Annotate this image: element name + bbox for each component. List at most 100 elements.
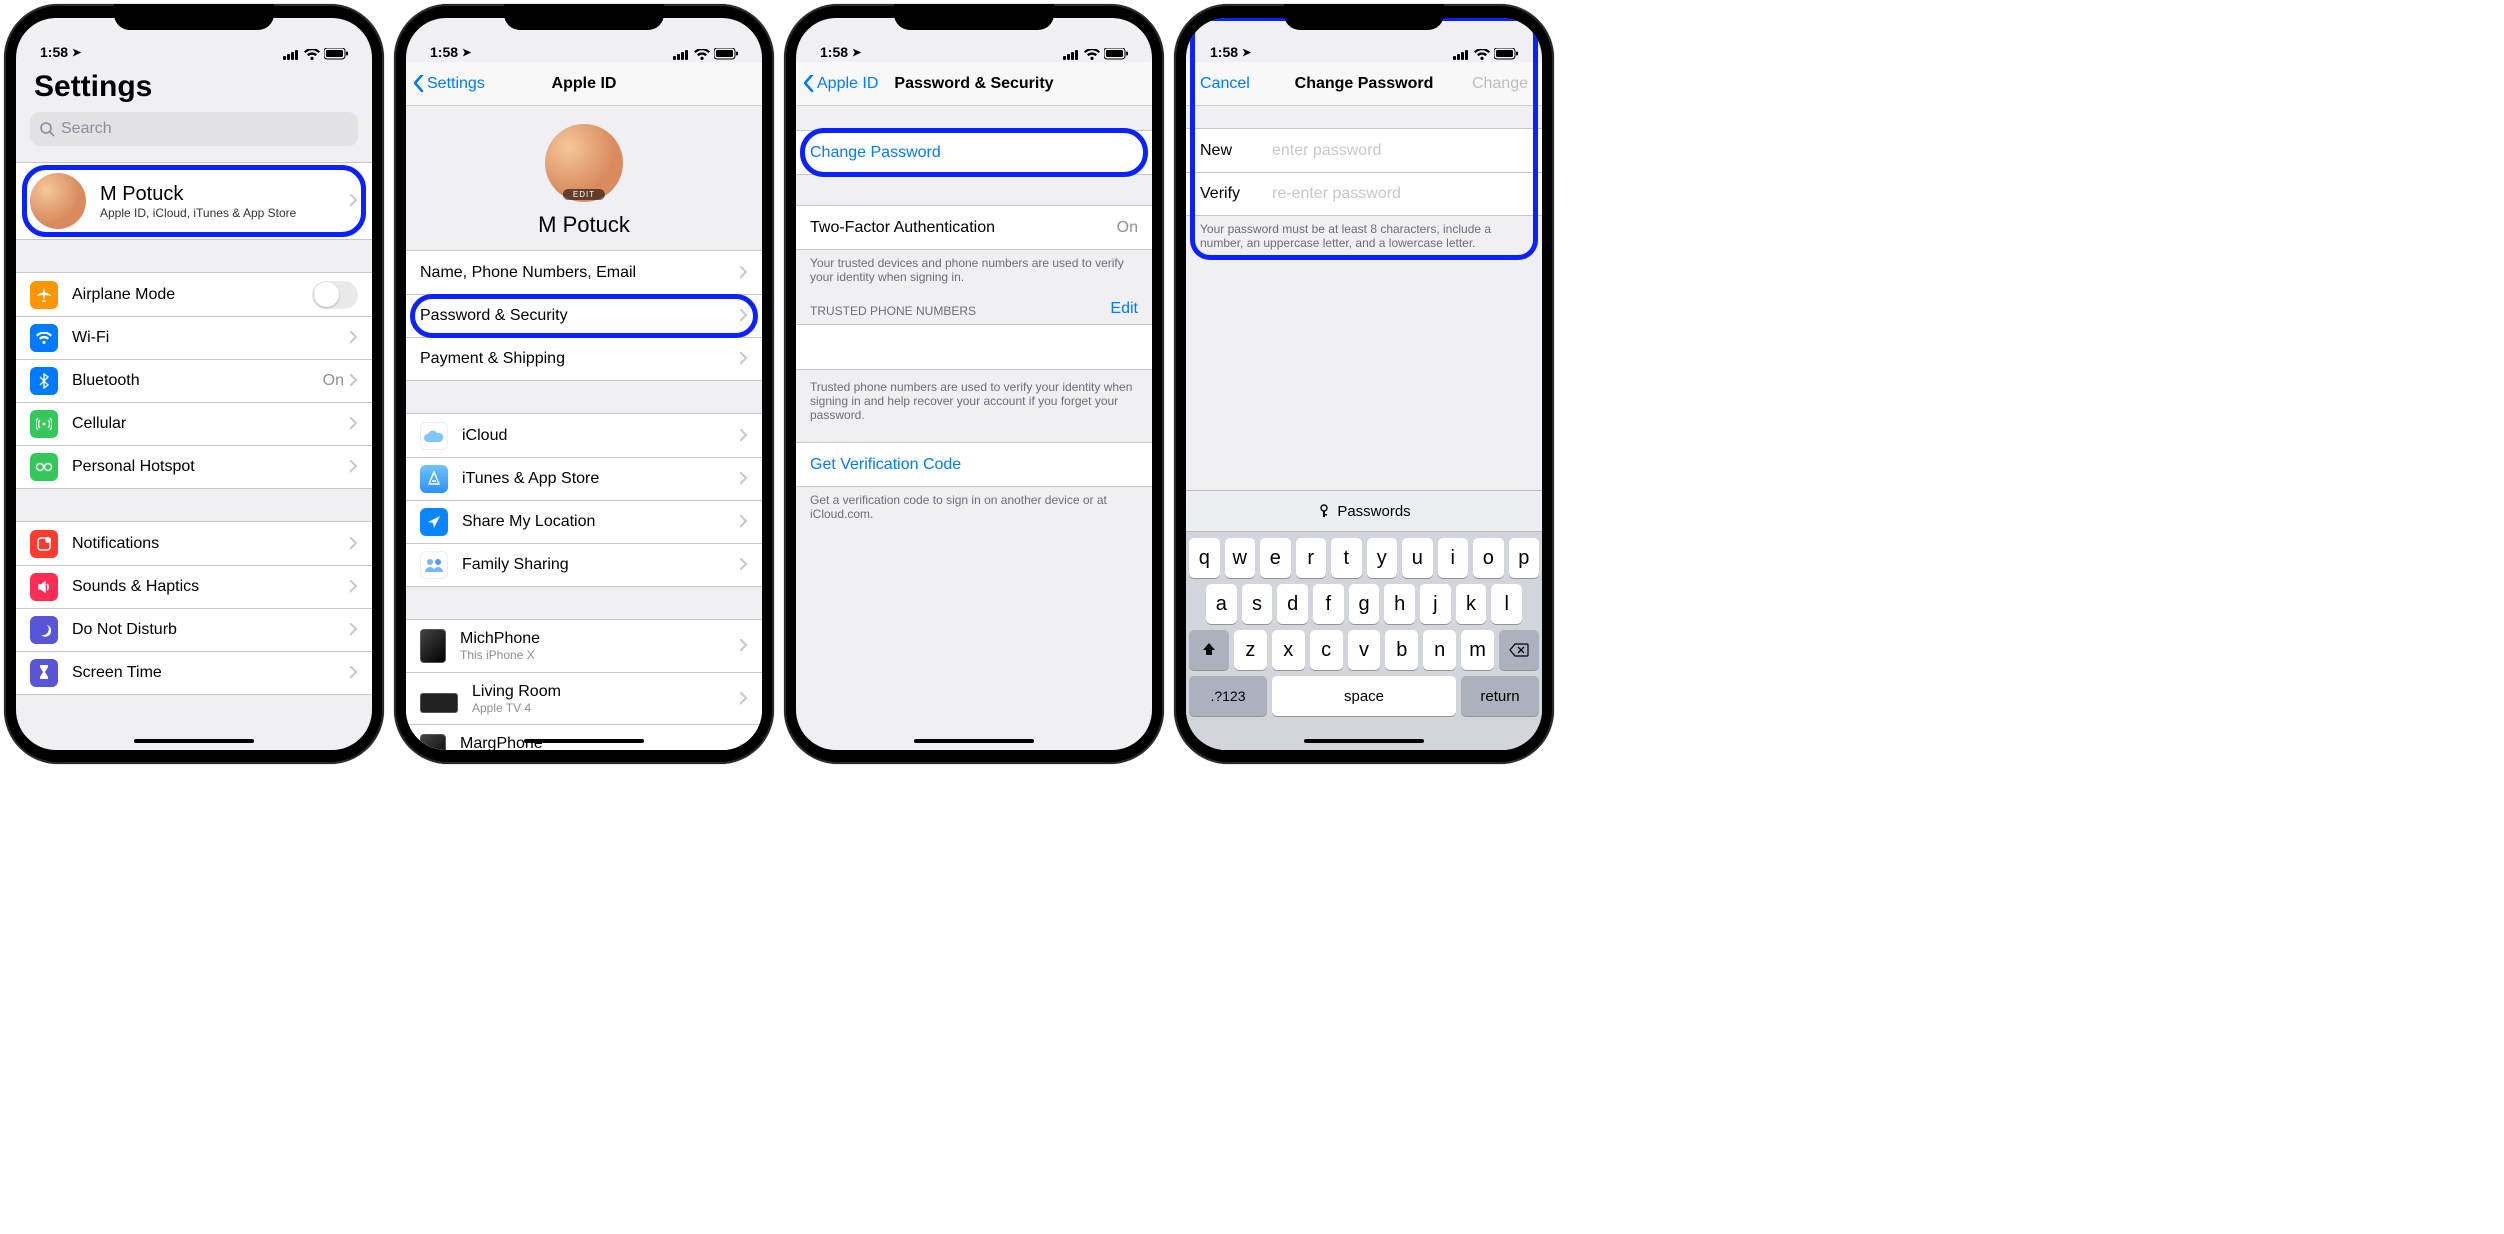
home-indicator[interactable] [914, 739, 1034, 743]
key-v[interactable]: v [1348, 630, 1381, 670]
device-row[interactable]: MargPhone iPhone X [406, 724, 762, 750]
back-button[interactable]: Settings [414, 75, 485, 93]
key-m[interactable]: m [1461, 630, 1494, 670]
chevron-right-icon [350, 623, 358, 637]
key-e[interactable]: e [1260, 538, 1291, 578]
keyboard-toolbar[interactable]: Passwords [1186, 490, 1542, 532]
back-button[interactable]: Apple ID [804, 75, 878, 93]
return-key[interactable]: return [1461, 676, 1539, 716]
row-password-security[interactable]: Password & Security [406, 294, 762, 337]
key-k[interactable]: k [1456, 584, 1487, 624]
edit-button[interactable]: Edit [1110, 300, 1138, 318]
key-a[interactable]: a [1206, 584, 1237, 624]
shift-key[interactable] [1189, 630, 1229, 670]
key-t[interactable]: t [1331, 538, 1362, 578]
key-q[interactable]: q [1189, 538, 1220, 578]
key-i[interactable]: i [1438, 538, 1469, 578]
row-wifi[interactable]: Wi-Fi [16, 316, 372, 359]
key-p[interactable]: p [1509, 538, 1540, 578]
key-n[interactable]: n [1423, 630, 1456, 670]
row-sounds[interactable]: Sounds & Haptics [16, 565, 372, 608]
key-l[interactable]: l [1491, 584, 1522, 624]
device-row[interactable]: MichPhone This iPhone X [406, 620, 762, 672]
key-b[interactable]: b [1385, 630, 1418, 670]
home-indicator[interactable] [134, 739, 254, 743]
trusted-number-row[interactable] [796, 325, 1152, 369]
nav-title: Apple ID [552, 75, 617, 93]
phone-change-password: 1:58➤ Cancel Change Password Change New [1174, 4, 1554, 764]
key-z[interactable]: z [1234, 630, 1267, 670]
chevron-right-icon [740, 744, 748, 751]
devices-group: MichPhone This iPhone X Living Room Appl… [406, 619, 762, 750]
key-s[interactable]: s [1242, 584, 1273, 624]
chevron-right-icon [350, 580, 358, 594]
chevron-left-icon [804, 75, 816, 93]
phone-settings: 1:58➤ Settings Search M Potuck Apple ID,… [4, 4, 384, 764]
key-g[interactable]: g [1349, 584, 1380, 624]
row-get-verification-code[interactable]: Get Verification Code [796, 443, 1152, 486]
edit-avatar-badge[interactable]: EDIT [563, 189, 605, 200]
row-do-not-disturb[interactable]: Do Not Disturb [16, 608, 372, 651]
row-two-factor[interactable]: Two-Factor Authentication On [796, 206, 1152, 249]
key-o[interactable]: o [1473, 538, 1504, 578]
home-indicator[interactable] [524, 739, 644, 743]
key-r[interactable]: r [1296, 538, 1327, 578]
change-button[interactable]: Change [1472, 75, 1528, 93]
row-family-sharing[interactable]: Family Sharing [406, 543, 762, 586]
chevron-right-icon [350, 460, 358, 474]
row-itunes[interactable]: iTunes & App Store [406, 457, 762, 500]
row-cellular[interactable]: Cellular [16, 402, 372, 445]
location-icon: ➤ [72, 46, 81, 59]
home-indicator[interactable] [1304, 739, 1424, 743]
row-personal-hotspot[interactable]: Personal Hotspot [16, 445, 372, 488]
backspace-key[interactable] [1499, 630, 1539, 670]
verification-footer: Get a verification code to sign in on an… [796, 487, 1152, 525]
row-bluetooth[interactable]: Bluetooth On [16, 359, 372, 402]
location-icon [420, 508, 448, 536]
new-password-input[interactable] [1272, 142, 1528, 160]
services-group: iCloud iTunes & App Store Share My Locat… [406, 413, 762, 587]
new-password-row[interactable]: New [1186, 129, 1542, 172]
profile-header: EDIT M Potuck [406, 106, 762, 250]
cancel-button[interactable]: Cancel [1200, 75, 1250, 93]
key-icon [1317, 504, 1331, 518]
search-input[interactable]: Search [30, 112, 358, 146]
key-h[interactable]: h [1384, 584, 1415, 624]
twofa-value: On [1117, 219, 1138, 237]
nav-title: Password & Security [894, 75, 1053, 93]
profile-cell[interactable]: M Potuck Apple ID, iCloud, iTunes & App … [16, 162, 372, 240]
key-f[interactable]: f [1313, 584, 1344, 624]
row-screen-time[interactable]: Screen Time [16, 651, 372, 694]
avatar[interactable]: EDIT [545, 124, 623, 202]
device-row[interactable]: Living Room Apple TV 4 [406, 672, 762, 724]
row-name-phone-email[interactable]: Name, Phone Numbers, Email [406, 251, 762, 294]
hotspot-icon [30, 453, 58, 481]
bluetooth-value: On [323, 372, 344, 390]
key-x[interactable]: x [1272, 630, 1305, 670]
device-icon [420, 734, 446, 751]
key-y[interactable]: y [1367, 538, 1398, 578]
row-change-password[interactable]: Change Password [796, 131, 1152, 174]
row-payment-shipping[interactable]: Payment & Shipping [406, 337, 762, 380]
key-c[interactable]: c [1310, 630, 1343, 670]
row-notifications[interactable]: Notifications [16, 522, 372, 565]
key-u[interactable]: u [1402, 538, 1433, 578]
space-key[interactable]: space [1272, 676, 1456, 716]
key-w[interactable]: w [1225, 538, 1256, 578]
verify-password-input[interactable] [1272, 185, 1528, 203]
nav-title: Change Password [1295, 75, 1434, 93]
key-j[interactable]: j [1420, 584, 1451, 624]
cellular-icon [30, 410, 58, 438]
key-d[interactable]: d [1277, 584, 1308, 624]
airplane-toggle[interactable] [312, 281, 358, 309]
chevron-right-icon [350, 417, 358, 431]
numbers-key[interactable]: .?123 [1189, 676, 1267, 716]
row-airplane-mode[interactable]: Airplane Mode [16, 273, 372, 316]
row-icloud[interactable]: iCloud [406, 414, 762, 457]
chevron-right-icon [350, 666, 358, 680]
airplane-icon [30, 281, 58, 309]
row-share-location[interactable]: Share My Location [406, 500, 762, 543]
keyboard-row: .?123 space return [1186, 670, 1542, 722]
verify-password-row[interactable]: Verify [1186, 172, 1542, 215]
appstore-icon [420, 465, 448, 493]
